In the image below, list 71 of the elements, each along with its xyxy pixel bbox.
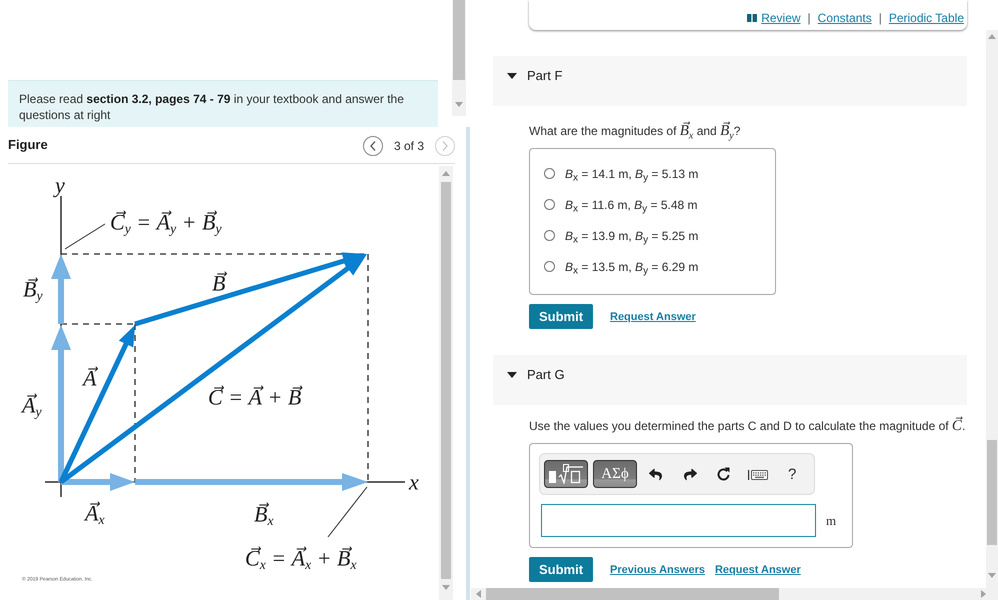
scroll-down-icon[interactable] — [455, 102, 463, 107]
templates-button[interactable] — [544, 460, 588, 488]
submit-button[interactable]: Submit — [529, 557, 593, 582]
previous-button[interactable] — [362, 136, 383, 156]
undo-button[interactable] — [649, 468, 662, 480]
scrollbar-thumb[interactable] — [453, 0, 465, 80]
vector-label: A⃗$_{y}$ — [22, 391, 42, 418]
radio-button[interactable] — [544, 261, 555, 272]
scroll-left-icon[interactable] — [476, 590, 481, 598]
redo-icon — [684, 468, 697, 480]
vector-label: A⃗ — [83, 364, 96, 391]
chevron-left-icon — [370, 141, 376, 151]
scroll-down-icon[interactable] — [988, 573, 996, 578]
vertical-scrollbar[interactable] — [439, 166, 453, 600]
option-label[interactable]: B$_{x}$ = 13.9 m, B$_{y}$ = 5.25 m — [565, 228, 698, 242]
option-label[interactable]: B$_{x}$ = 11.6 m, B$_{y}$ = 5.48 m — [565, 198, 698, 212]
help-button[interactable]: ? — [788, 466, 796, 482]
scrollbar-thumb[interactable] — [486, 588, 779, 600]
figure-title: Figure — [8, 136, 49, 152]
scrollbar-thumb[interactable] — [987, 440, 997, 545]
vector-label: A⃗$_{x}$ — [85, 499, 105, 526]
header-link[interactable]: Constants — [818, 11, 872, 25]
redo-button[interactable] — [684, 468, 697, 480]
vector-label: B⃗ — [212, 269, 226, 296]
axis-label: y — [55, 171, 65, 198]
vector-label: B⃗$_{x}$ — [254, 500, 274, 527]
header-link[interactable]: Review — [747, 11, 801, 25]
undo-icon — [649, 468, 662, 480]
text-link[interactable]: Previous Answers — [610, 564, 705, 576]
math-template-icon — [549, 464, 583, 484]
unit-label: m — [826, 512, 836, 528]
vertical-scrollbar[interactable] — [452, 0, 466, 116]
keyboard-button[interactable] — [748, 468, 768, 480]
leader-line — [328, 486, 368, 538]
scroll-down-icon[interactable] — [442, 585, 450, 590]
part-header[interactable]: Part G — [493, 355, 967, 405]
book-icon — [747, 14, 758, 22]
equation-label: C⃗ = A⃗ + B⃗ — [208, 383, 302, 410]
radio-button[interactable] — [544, 199, 555, 210]
option-label[interactable]: B$_{x}$ = 13.5 m, B$_{y}$ = 6.29 m — [565, 260, 698, 274]
leader-line — [64, 224, 106, 250]
vector-label: B⃗$_{y}$ — [23, 275, 43, 302]
vertical-scrollbar[interactable] — [986, 30, 998, 588]
horizontal-scrollbar[interactable] — [471, 588, 998, 600]
option-label[interactable]: B$_{x}$ = 14.1 m, B$_{y}$ = 5.13 m — [565, 166, 698, 180]
question-text: Use the values you determined the parts C and D to calculate the magnitude of C⃗. — [529, 417, 966, 435]
submit-button[interactable]: Submit — [529, 304, 593, 329]
equation-label: C⃗$_{y}$ = A⃗$_{y}$ + B⃗$_{y}$ — [110, 208, 222, 235]
scroll-right-icon[interactable] — [981, 590, 986, 598]
axis-label: x — [409, 468, 419, 495]
reset-button[interactable] — [717, 467, 730, 481]
question-text: What are the magnitudes of B⃗$_{x}$ and B⃗$_{y}$? — [529, 122, 740, 140]
link-separator: | — [808, 11, 811, 25]
chevron-right-icon — [442, 141, 448, 151]
radio-button[interactable] — [544, 168, 555, 179]
header-link[interactable]: Periodic Table — [888, 11, 964, 25]
text-link[interactable]: Request Answer — [610, 310, 696, 322]
figure-counter: 3 of 3 — [394, 139, 424, 153]
scroll-up-icon[interactable] — [442, 171, 450, 176]
radio-button[interactable] — [544, 230, 555, 241]
keyboard-icon — [748, 468, 768, 480]
scroll-up-icon[interactable] — [988, 34, 996, 39]
instructions-text: Please read section 3.2, pages 74 - 79 in your textbook and answer the questions at right — [8, 80, 438, 127]
symbols-button[interactable]: ΑΣϕ — [593, 460, 637, 488]
equation-label: C⃗$_{x}$ = A⃗$_{x}$ + B⃗$_{x}$ — [245, 544, 356, 571]
part-header[interactable]: Part F — [493, 56, 967, 106]
reset-icon — [717, 467, 730, 481]
answer-field[interactable] — [541, 504, 816, 537]
link-separator: | — [878, 11, 882, 25]
text-link[interactable]: Request Answer — [714, 564, 801, 576]
scrollbar-thumb[interactable] — [441, 182, 451, 579]
